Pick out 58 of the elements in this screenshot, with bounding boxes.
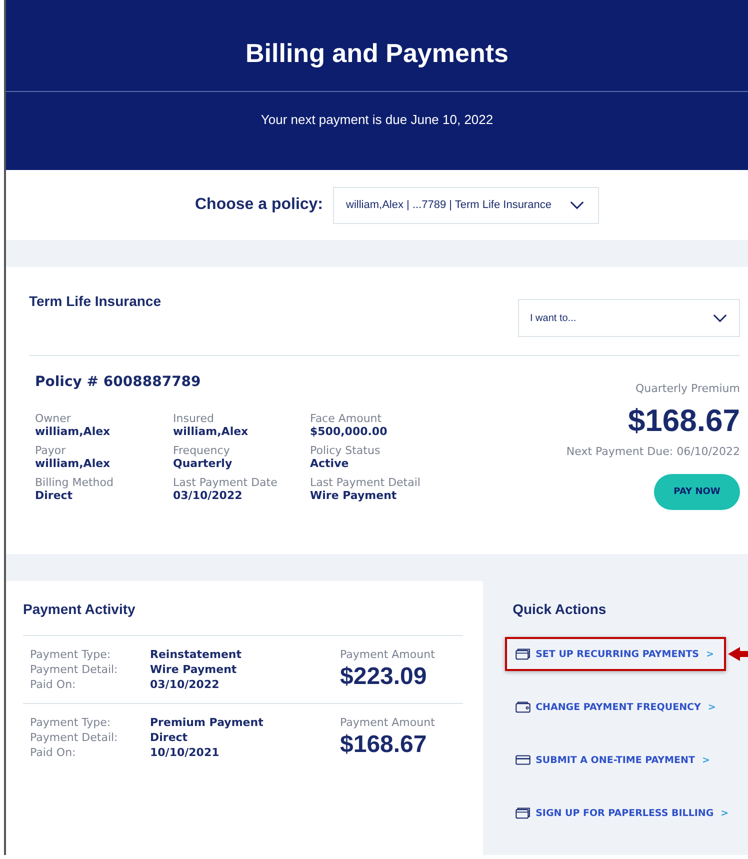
field-label: Insured <box>173 412 215 425</box>
field-value: 03/10/2022 <box>173 489 244 502</box>
card-stack-icon <box>514 807 531 819</box>
wallet-icon <box>514 701 531 713</box>
field-label: Billing Method <box>35 476 114 489</box>
field-value: william,Alex <box>35 425 112 438</box>
payment-type-label: Payment Type: <box>30 716 112 729</box>
pay-now-button[interactable]: PAY NOW <box>654 474 740 510</box>
quick-action-link[interactable]: SET UP RECURRING PAYMENTS > <box>504 637 726 671</box>
field-label: Frequency <box>173 444 231 457</box>
payment-detail-label: Payment Detail: <box>30 731 119 744</box>
field-value: Quarterly <box>173 457 234 470</box>
payment-amount-label: Payment Amount <box>340 648 435 661</box>
payment-amount-label: Payment Amount <box>340 716 435 729</box>
premium-amount: $168.67 <box>628 403 740 439</box>
field-label: Owner <box>35 412 72 425</box>
chevron-down-icon <box>570 200 584 210</box>
policy-type-title: Term Life Insurance <box>29 293 162 309</box>
field-value: william,Alex <box>35 457 112 470</box>
payment-activity-title: Payment Activity <box>23 601 463 636</box>
credit-card-icon <box>514 754 531 766</box>
quick-actions-title: Quick Actions <box>512 601 608 617</box>
field-value: Wire Payment <box>310 489 398 502</box>
annotation-arrow-icon <box>728 646 748 662</box>
field-value: Active <box>310 457 350 470</box>
card-stack-icon <box>514 648 531 660</box>
field-value: Direct <box>35 489 74 502</box>
field-label: Last Payment Detail <box>310 476 422 489</box>
next-payment-due: Next Payment Due: 06/10/2022 <box>566 445 740 458</box>
quick-action-link[interactable]: CHANGE PAYMENT FREQUENCY > <box>504 690 728 724</box>
payment-type-value: Premium Payment <box>150 716 264 729</box>
payment-detail-label: Payment Detail: <box>30 663 119 676</box>
field-value: $500,000.00 <box>310 425 388 438</box>
chevron-down-icon <box>713 314 727 322</box>
paid-on-label: Paid On: <box>30 746 77 759</box>
quick-action-link[interactable]: SIGN UP FOR PAPERLESS BILLING > <box>504 796 741 830</box>
policy-number: Policy # 6008887789 <box>35 374 202 390</box>
next-payment-notice: Your next payment is due June 10, 2022 <box>260 112 494 127</box>
payment-detail-value: Wire Payment <box>150 663 238 676</box>
payment-type-value: Reinstatement <box>150 648 242 661</box>
action-select[interactable]: I want to... <box>518 299 740 337</box>
field-label: Last Payment Date <box>173 476 278 489</box>
policy-label: Choose a policy: <box>194 196 324 214</box>
premium-label: Quarterly Premium <box>635 382 740 395</box>
paid-on-value: 10/10/2021 <box>150 746 220 759</box>
payment-amount: $223.09 <box>340 663 428 691</box>
field-label: Payor <box>35 444 67 457</box>
payment-detail-value: Direct <box>150 731 189 744</box>
paid-on-label: Paid On: <box>30 678 77 691</box>
field-label: Policy Status <box>310 444 382 457</box>
paid-on-value: 03/10/2022 <box>150 678 220 691</box>
payment-amount: $168.67 <box>340 731 428 759</box>
field-label: Face Amount <box>310 412 383 425</box>
page-title: Billing and Payments <box>246 38 508 69</box>
payment-type-label: Payment Type: <box>30 648 112 661</box>
quick-action-link[interactable]: SUBMIT A ONE-TIME PAYMENT > <box>504 743 722 777</box>
policy-select[interactable]: william,Alex | ...7789 | Term Life Insurance <box>333 186 600 224</box>
field-value: william,Alex <box>173 425 250 438</box>
